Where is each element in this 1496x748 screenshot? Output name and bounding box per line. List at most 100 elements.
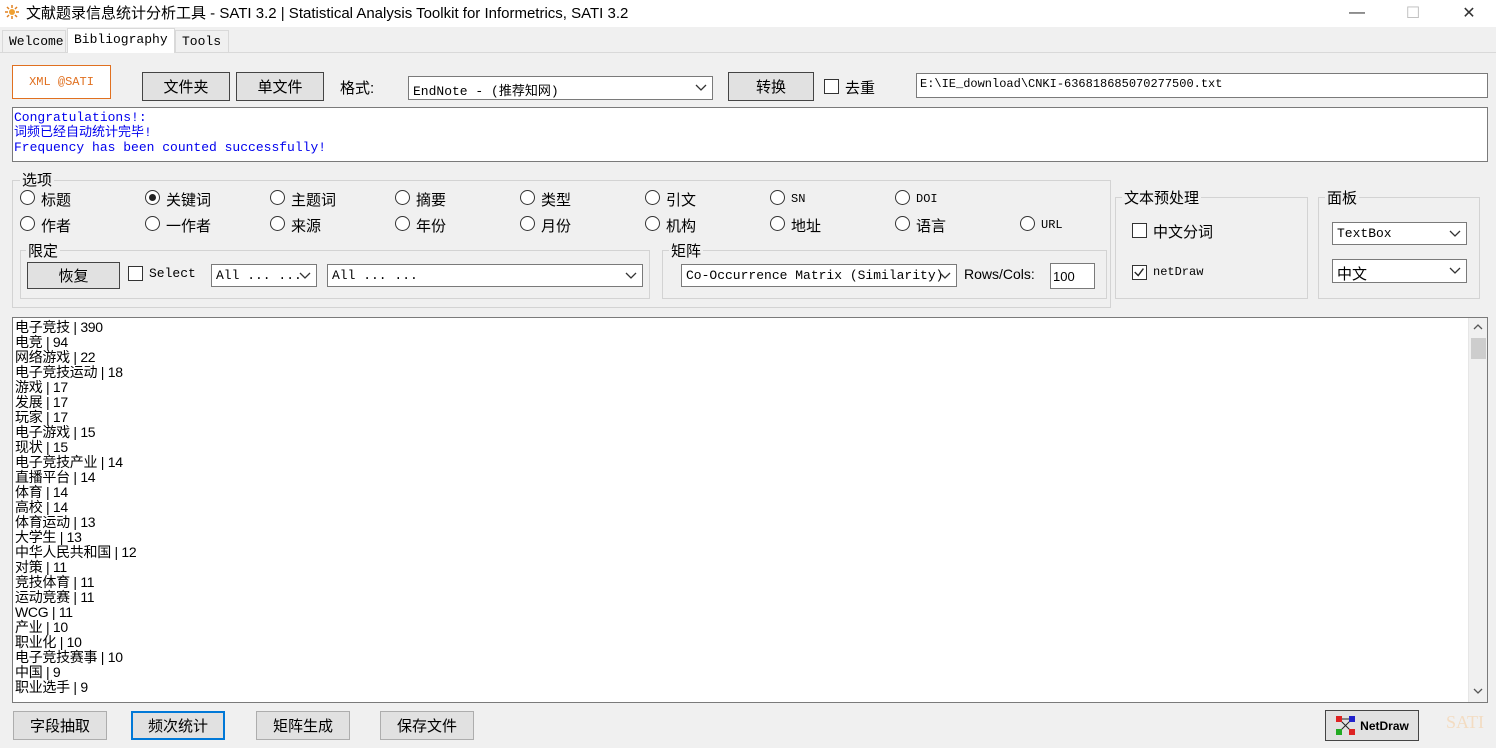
result-line: WCG | 11 bbox=[15, 604, 73, 620]
vertical-scrollbar[interactable] bbox=[1468, 318, 1487, 702]
limit-value-select[interactable]: All ... ... bbox=[327, 264, 643, 287]
radio-language[interactable] bbox=[895, 216, 910, 231]
matrix-type-value: Co-Occurrence Matrix (Similarity) bbox=[686, 268, 944, 283]
radio-label-source: 来源 bbox=[291, 218, 322, 235]
radio-first-author[interactable] bbox=[145, 216, 160, 231]
panel-view-select[interactable]: TextBox bbox=[1332, 222, 1467, 245]
minimize-button[interactable]: — bbox=[1334, 0, 1380, 26]
convert-button[interactable]: 转换 bbox=[728, 72, 814, 101]
radio-label-language: 语言 bbox=[916, 218, 947, 235]
dedup-checkbox[interactable] bbox=[824, 79, 839, 94]
check-icon bbox=[1134, 268, 1144, 277]
chevron-down-icon bbox=[1449, 230, 1461, 237]
radio-label-month: 月份 bbox=[541, 218, 572, 235]
matrix-type-select[interactable]: Co-Occurrence Matrix (Similarity) bbox=[681, 264, 957, 287]
result-line: 高校 | 14 bbox=[15, 499, 68, 515]
xml-sati-button[interactable]: XML @SATI bbox=[12, 65, 111, 99]
radio-label-author: 作者 bbox=[41, 218, 72, 235]
radio-type[interactable] bbox=[520, 190, 535, 205]
window-title: 文献题录信息统计分析工具 - SATI 3.2 | Statistical An… bbox=[26, 5, 629, 22]
result-line: 玩家 | 17 bbox=[15, 409, 68, 425]
app-icon bbox=[5, 5, 19, 19]
result-line: 发展 | 17 bbox=[15, 394, 68, 410]
radio-author[interactable] bbox=[20, 216, 35, 231]
field-extract-button[interactable]: 字段抽取 bbox=[13, 711, 107, 740]
result-list: 电子竞技 | 390 电竞 | 94 网络游戏 | 22 电子竞技运动 | 18 游戏 … bbox=[15, 319, 137, 695]
panel-title: 面板 bbox=[1325, 187, 1360, 208]
result-line: 对策 | 11 bbox=[15, 559, 67, 575]
radio-citation[interactable] bbox=[645, 190, 660, 205]
radio-label-citation: 引文 bbox=[666, 192, 697, 209]
radio-subject[interactable] bbox=[270, 190, 285, 205]
close-button[interactable]: ✕ bbox=[1446, 0, 1492, 26]
result-textbox[interactable]: 电子竞技 | 390 电竞 | 94 网络游戏 | 22 电子竞技运动 | 18 游戏 … bbox=[12, 317, 1488, 703]
result-line: 电子竞技产业 | 14 bbox=[15, 454, 123, 470]
radio-title[interactable] bbox=[20, 190, 35, 205]
radio-label-url: URL bbox=[1041, 218, 1063, 232]
result-line: 职业化 | 10 bbox=[15, 634, 82, 650]
radio-address[interactable] bbox=[770, 216, 785, 231]
segmentation-checkbox[interactable] bbox=[1132, 223, 1147, 238]
radio-abstract[interactable] bbox=[395, 190, 410, 205]
segmentation-label: 中文分词 bbox=[1153, 224, 1214, 241]
result-line: 产业 | 10 bbox=[15, 619, 68, 635]
file-path-input[interactable]: E:\IE_download\CNKI-636818685070277500.t… bbox=[916, 73, 1488, 98]
radio-institution[interactable] bbox=[645, 216, 660, 231]
chevron-down-icon bbox=[1449, 267, 1461, 274]
chevron-down-icon bbox=[625, 272, 637, 279]
radio-label-year: 年份 bbox=[416, 218, 447, 235]
result-line: 职业选手 | 9 bbox=[15, 679, 88, 695]
result-line: 中国 | 9 bbox=[15, 664, 61, 680]
radio-doi[interactable] bbox=[895, 190, 910, 205]
radio-source[interactable] bbox=[270, 216, 285, 231]
save-file-button[interactable]: 保存文件 bbox=[380, 711, 474, 740]
netdraw-button[interactable]: NetDraw bbox=[1325, 710, 1419, 741]
tab-welcome[interactable]: Welcome bbox=[2, 30, 66, 52]
result-line: 中华人民共和国 | 12 bbox=[15, 544, 137, 560]
single-file-button[interactable]: 单文件 bbox=[236, 72, 324, 101]
frequency-count-button[interactable]: 频次统计 bbox=[131, 711, 225, 740]
dedup-label: 去重 bbox=[845, 80, 876, 97]
radio-url[interactable] bbox=[1020, 216, 1035, 231]
radio-year[interactable] bbox=[395, 216, 410, 231]
maximize-button[interactable]: ☐ bbox=[1390, 0, 1436, 26]
netdraw-button-label: NetDraw bbox=[1360, 718, 1409, 733]
limit-value-text: All ... ... bbox=[332, 268, 418, 283]
radio-label-sn: SN bbox=[791, 192, 806, 206]
tab-tools[interactable]: Tools bbox=[175, 30, 229, 52]
panel-language-select[interactable]: 中文 bbox=[1332, 259, 1467, 283]
radio-label-doi: DOI bbox=[916, 192, 938, 206]
format-select[interactable]: EndNote - (推荐知网) bbox=[408, 76, 713, 100]
scroll-up-icon[interactable] bbox=[1471, 320, 1485, 334]
matrix-title: 矩阵 bbox=[669, 240, 704, 261]
rows-cols-input[interactable]: 100 bbox=[1050, 263, 1095, 289]
status-log: Congratulations!: 词频已经自动统计完毕! Frequency … bbox=[12, 107, 1488, 162]
format-label: 格式: bbox=[340, 80, 375, 97]
limit-filter-select[interactable]: All ... ... bbox=[211, 264, 317, 287]
folder-button[interactable]: 文件夹 bbox=[142, 72, 230, 101]
scroll-thumb[interactable] bbox=[1471, 338, 1486, 359]
result-line: 网络游戏 | 22 bbox=[15, 349, 96, 365]
radio-month[interactable] bbox=[520, 216, 535, 231]
log-line: Frequency has been counted successfully! bbox=[14, 140, 327, 155]
netdraw-checkbox[interactable] bbox=[1132, 265, 1147, 280]
radio-keywords[interactable] bbox=[145, 190, 160, 205]
select-checkbox[interactable] bbox=[128, 266, 143, 281]
text-preprocess-title: 文本预处理 bbox=[1122, 187, 1202, 208]
scroll-down-icon[interactable] bbox=[1471, 684, 1485, 698]
restore-button[interactable]: 恢复 bbox=[27, 262, 120, 289]
tab-bibliography[interactable]: Bibliography bbox=[67, 28, 175, 53]
result-line: 电子游戏 | 15 bbox=[15, 424, 96, 440]
chevron-down-icon bbox=[299, 272, 311, 279]
netdraw-label: netDraw bbox=[1153, 265, 1204, 279]
result-line: 电子竞技 | 390 bbox=[15, 319, 103, 335]
chevron-down-icon bbox=[939, 272, 951, 279]
result-line: 直播平台 | 14 bbox=[15, 469, 96, 485]
radio-label-institution: 机构 bbox=[666, 218, 697, 235]
log-line: 词频已经自动统计完毕! bbox=[14, 125, 152, 140]
radio-label-first-author: 一作者 bbox=[166, 218, 212, 235]
result-line: 游戏 | 17 bbox=[15, 379, 68, 395]
select-label: Select bbox=[149, 266, 196, 281]
radio-sn[interactable] bbox=[770, 190, 785, 205]
matrix-generate-button[interactable]: 矩阵生成 bbox=[256, 711, 350, 740]
